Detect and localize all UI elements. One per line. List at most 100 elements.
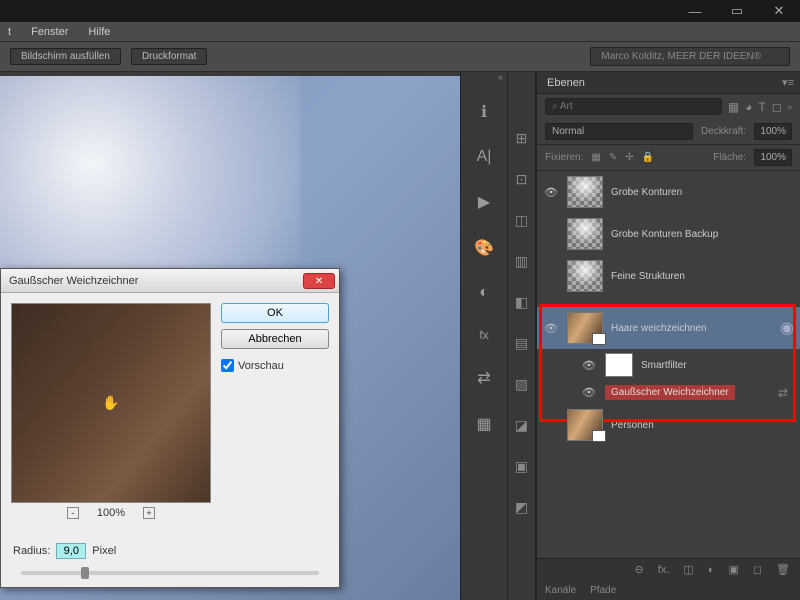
filter-icon[interactable]: ▦ <box>728 100 739 114</box>
play-icon[interactable]: ▶ <box>478 192 490 212</box>
panel-icon[interactable]: ⊡ <box>516 171 528 188</box>
collapsed-panels-left: « ℹ A| ▶ 🎨 ◐ fx ⇄ ▦ <box>460 72 508 600</box>
group-icon[interactable]: ▣ <box>728 563 738 576</box>
zoom-in-button[interactable]: + <box>143 507 155 519</box>
preview-checkbox[interactable]: Vorschau <box>221 359 329 372</box>
panel-icon[interactable]: ◧ <box>515 294 528 311</box>
layer-row[interactable]: 👁 Grobe Konturen <box>537 171 800 213</box>
printformat-button[interactable]: Druckformat <box>131 48 207 65</box>
layer-thumbnail[interactable] <box>567 312 603 344</box>
tab-pfade[interactable]: Pfade <box>590 585 616 596</box>
slider-handle[interactable] <box>81 567 89 579</box>
smartfilter-item[interactable]: 👁 Gaußscher Weichzeichner ⇄ <box>537 381 800 404</box>
info-icon[interactable]: ℹ <box>481 102 487 122</box>
panel-title: Ebenen <box>547 77 585 89</box>
menu-bar: t Fenster Hilfe <box>0 22 800 42</box>
trash-icon[interactable]: 🗑 <box>776 563 790 576</box>
layer-row[interactable]: Personen <box>537 404 800 446</box>
lock-move-icon[interactable]: ✢ <box>625 152 633 163</box>
radius-input[interactable] <box>56 543 86 559</box>
panel-icon[interactable]: ◩ <box>515 499 528 516</box>
opacity-label: Deckkraft: <box>701 126 746 137</box>
filter-icon[interactable]: T <box>758 100 765 114</box>
panel-icon[interactable]: ◪ <box>515 417 528 434</box>
lock-brush-icon[interactable]: ✎ <box>609 152 617 163</box>
visibility-icon[interactable]: 👁 <box>581 386 597 399</box>
dialog-close-button[interactable]: ✕ <box>303 273 335 289</box>
fullscreen-button[interactable]: Bildschirm ausfüllen <box>10 48 121 65</box>
zoom-out-button[interactable]: - <box>67 507 79 519</box>
lock-label: Fixieren: <box>545 152 583 163</box>
fx-icon[interactable]: fx <box>479 328 488 342</box>
mask-icon[interactable]: ◫ <box>683 563 693 576</box>
layers-panel-footer: ⊖ fx. ◫ ◐ ▣ ◻ 🗑 <box>537 558 800 580</box>
panel-menu-icon[interactable]: ▾≡ <box>782 76 794 89</box>
layer-name[interactable]: Feine Strukturen <box>611 271 794 282</box>
smartobject-icon: ◉ <box>780 318 794 338</box>
close-window-button[interactable]: ✕ <box>766 3 792 19</box>
smartfilter-row[interactable]: 👁 Smartfilter <box>537 349 800 381</box>
adjust-icon[interactable]: ◐ <box>479 284 489 302</box>
panel-icon[interactable]: ▥ <box>515 253 528 270</box>
grid-icon[interactable]: ▦ <box>476 414 491 434</box>
fill-label: Fläche: <box>713 152 746 163</box>
preview-checkbox-input[interactable] <box>221 359 234 372</box>
panel-icon[interactable]: ◫ <box>515 212 528 229</box>
workspace-dropdown[interactable]: Marco Kolditz, MEER DER IDEEN® <box>590 47 790 66</box>
layer-name[interactable]: Grobe Konturen Backup <box>611 229 794 240</box>
layer-name[interactable]: Haare weichzeichnen <box>611 323 772 334</box>
swap-icon[interactable]: ⇄ <box>477 368 490 388</box>
zoom-value: 100% <box>97 507 125 519</box>
radius-label: Radius: <box>13 545 50 557</box>
layer-row[interactable]: Feine Strukturen <box>537 255 800 297</box>
maximize-button[interactable]: ▭ <box>724 3 750 19</box>
visibility-icon[interactable]: 👁 <box>581 359 597 372</box>
fill-input[interactable]: 100% <box>754 149 792 166</box>
opacity-input[interactable]: 100% <box>754 123 792 140</box>
smartfilter-label: Smartfilter <box>641 360 794 371</box>
blendmode-select[interactable]: Normal <box>545 123 693 140</box>
adjustment-icon[interactable]: ◐ <box>708 564 715 576</box>
menu-item-fenster[interactable]: Fenster <box>31 26 68 38</box>
ok-button[interactable]: OK <box>221 303 329 323</box>
filtermask-thumbnail[interactable] <box>605 353 633 377</box>
dialog-title: Gaußscher Weichzeichner <box>9 275 138 287</box>
panel-icon[interactable]: ▤ <box>515 335 528 352</box>
lock-pixels-icon[interactable]: ▦ <box>591 152 600 163</box>
character-icon[interactable]: A| <box>477 148 492 166</box>
link-icon[interactable]: ⊖ <box>635 563 644 576</box>
filter-icon[interactable]: ◻ <box>772 100 782 114</box>
visibility-icon[interactable]: 👁 <box>543 186 559 199</box>
panel-icon[interactable]: ▨ <box>515 376 528 393</box>
layer-thumbnail[interactable] <box>567 218 603 250</box>
menu-item-hilfe[interactable]: Hilfe <box>88 26 110 38</box>
layer-thumbnail[interactable] <box>567 409 603 441</box>
filter-icon[interactable]: ◕ <box>745 100 752 114</box>
newlayer-icon[interactable]: ◻ <box>753 563 762 576</box>
expand-icon[interactable]: « <box>498 72 503 82</box>
layer-name[interactable]: Personen <box>611 420 794 431</box>
layer-row-selected[interactable]: 👁 Haare weichzeichnen ◉ <box>537 307 800 349</box>
filter-icon[interactable]: ▫ <box>788 100 792 114</box>
panel-icon[interactable]: ▣ <box>515 458 528 475</box>
layer-thumbnail[interactable] <box>567 176 603 208</box>
visibility-icon[interactable]: 👁 <box>543 322 559 335</box>
layer-row[interactable]: Grobe Konturen Backup <box>537 213 800 255</box>
cancel-button[interactable]: Abbrechen <box>221 329 329 349</box>
filter-preview[interactable]: ✋ <box>11 303 211 503</box>
layer-name[interactable]: Grobe Konturen <box>611 187 794 198</box>
hand-cursor-icon: ✋ <box>102 395 119 412</box>
layer-filter-input[interactable] <box>545 98 722 115</box>
filter-name[interactable]: Gaußscher Weichzeichner <box>605 385 735 400</box>
filter-options-icon[interactable]: ⇄ <box>778 386 794 400</box>
tab-kanaele[interactable]: Kanäle <box>545 585 576 596</box>
menu-item[interactable]: t <box>8 26 11 38</box>
minimize-button[interactable]: — <box>682 4 708 19</box>
swatches-icon[interactable]: 🎨 <box>474 238 494 258</box>
lock-all-icon[interactable]: 🔒 <box>642 152 654 163</box>
panel-icon[interactable]: ⊞ <box>516 130 528 147</box>
layer-thumbnail[interactable] <box>567 260 603 292</box>
fx-icon[interactable]: fx. <box>658 564 670 576</box>
radius-slider[interactable] <box>21 571 319 575</box>
collapsed-panels-right: ⊞ ⊡ ◫ ▥ ◧ ▤ ▨ ◪ ▣ ◩ <box>508 72 536 600</box>
